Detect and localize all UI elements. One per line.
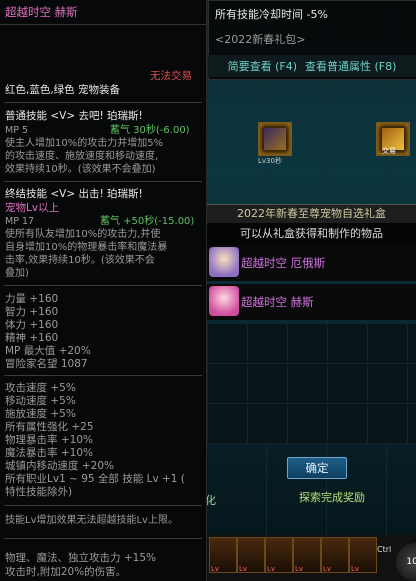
gift-pack-line: <2022新春礼包>: [215, 33, 306, 46]
hotkey-slot[interactable]: Lv: [237, 537, 265, 573]
slot2-label: 交易: [382, 147, 396, 155]
brief-view-button[interactable]: 简要查看 (F4): [228, 58, 297, 74]
ctrl-key-label: Ctrl: [377, 545, 392, 554]
hotkey-slot[interactable]: Lv: [265, 537, 293, 573]
skill2-desc-line: 叠加): [5, 268, 29, 279]
cooldown-line: 所有技能冷却时间 -5%: [215, 8, 328, 21]
gift-item-name: 超越时空 厄俄斯: [241, 256, 326, 270]
skill2-charge: 蓄气 +50秒(-15.00): [100, 216, 195, 227]
pet-item-tooltip: 超越时空 赫斯 无法交易 红色,蓝色,绿色 宠物装备 普通技能 <V> 去吧! …: [0, 0, 207, 581]
confirm-button[interactable]: 确定: [287, 457, 347, 479]
equip-type: 红色,蓝色,绿色 宠物装备: [5, 84, 121, 96]
stat-line: 攻击速度 +5%: [5, 382, 76, 394]
divider: [4, 505, 202, 506]
skill1-desc-line: 效果持续10秒。(该效果不会叠加): [5, 164, 156, 175]
divider: [4, 285, 202, 286]
bonus-line: 攻击时,附加20%的伤害。: [5, 566, 127, 578]
skill1-mp: MP 5: [5, 125, 28, 136]
stat-line: 精神 +160: [5, 332, 59, 344]
stat-line: 物理暴击率 +10%: [5, 434, 93, 446]
skill2-mp: MP 17: [5, 216, 35, 227]
craft-grid: [207, 324, 416, 444]
orb-value: 100: [406, 557, 416, 567]
trade-status: 无法交易: [150, 70, 192, 82]
gift-item-name: 超越时空 赫斯: [241, 295, 314, 309]
trade-item-slot[interactable]: 交易: [376, 122, 410, 156]
item-title: 超越时空 赫斯: [5, 5, 78, 19]
hotkey-slot[interactable]: Lv: [293, 537, 321, 573]
divider: [4, 181, 202, 182]
skill1-name: 普通技能 <V> 去吧! 珀瑞斯!: [5, 110, 143, 122]
tooltip-title-bar: 超越时空 赫斯: [0, 0, 206, 25]
gift-subtitle: 可以从礼盒获得和制作的物品: [207, 223, 416, 245]
normal-attr-button[interactable]: 查看普通属性 (F8): [305, 58, 396, 74]
stat-line: 所有属性强化 +25: [5, 421, 94, 433]
hes-avatar: [209, 286, 239, 316]
stat-line: 移动速度 +5%: [5, 395, 76, 407]
gift-box-panel: 2022年新春至尊宠物自选礼盒 可以从礼盒获得和制作的物品 超越时空 厄俄斯 超…: [205, 204, 416, 581]
bonus-line: 物理、魔法、独立攻击力 +15%: [5, 552, 156, 564]
gift-item-hes[interactable]: 超越时空 赫斯: [207, 284, 416, 320]
mp-orb: 100: [396, 543, 416, 581]
skill-level-note: 技能Lv增加效果无法超越技能Lv上限。: [5, 515, 178, 526]
skill2-desc-line: 击率,效果持续10秒。(该效果不会: [5, 255, 155, 266]
stat-line: 智力 +160: [5, 306, 59, 318]
slot1-label: Lv30秒: [258, 157, 282, 165]
skill1-desc-line: 使主人增加10%的攻击力并增加5%: [5, 138, 164, 149]
view-buttons-row: 简要查看 (F4) 查看普通属性 (F8): [208, 55, 416, 77]
stat-line: 力量 +160: [5, 293, 59, 305]
eos-avatar: [209, 247, 239, 277]
gift-item-eos[interactable]: 超越时空 厄俄斯: [207, 245, 416, 281]
stat-line: 体力 +160: [5, 319, 59, 331]
pet-item-slot[interactable]: Lv30秒: [258, 122, 292, 165]
divider: [4, 375, 202, 376]
stat-line: 特性技能除外): [5, 486, 73, 498]
stat-line: MP 最大值 +20%: [5, 345, 91, 357]
stat-line: 所有职业Lv1 ~ 95 全部 技能 Lv +1 (: [5, 473, 185, 485]
skill2-requirement: 宠物Lv以上: [5, 202, 60, 214]
stat-line: 冒险家名望 1087: [5, 358, 88, 370]
skill2-desc-line: 使所有队友增加10%的攻击力,并使: [5, 229, 161, 240]
pet-item-icon: [264, 128, 286, 150]
stat-line: 施放速度 +5%: [5, 408, 76, 420]
skill1-charge: 蓄气 30秒(-6.00): [110, 125, 190, 136]
skill2-name: 终结技能 <V> 出击! 珀瑞斯!: [5, 188, 143, 200]
divider: [4, 102, 202, 103]
hotkey-slot[interactable]: Lv: [321, 537, 349, 573]
gift-header: 2022年新春至尊宠物自选礼盒: [207, 204, 416, 224]
explore-reward-label[interactable]: 探索完成奖励: [299, 489, 365, 505]
hotkey-slot[interactable]: Lv: [209, 537, 237, 573]
skill2-desc-line: 自身增加10%的物理暴击率和魔法暴: [5, 242, 168, 253]
divider: [4, 538, 202, 539]
skill1-desc-line: 的攻击速度、施放速度和移动速度,: [5, 151, 159, 162]
stat-line: 魔法暴击率 +10%: [5, 447, 93, 459]
hotkey-slot[interactable]: Lv: [349, 537, 377, 573]
hotbar: Lv Lv Lv Lv Lv Lv Ctrl 100: [207, 535, 416, 581]
stat-line: 城镇内移动速度 +20%: [5, 460, 114, 472]
